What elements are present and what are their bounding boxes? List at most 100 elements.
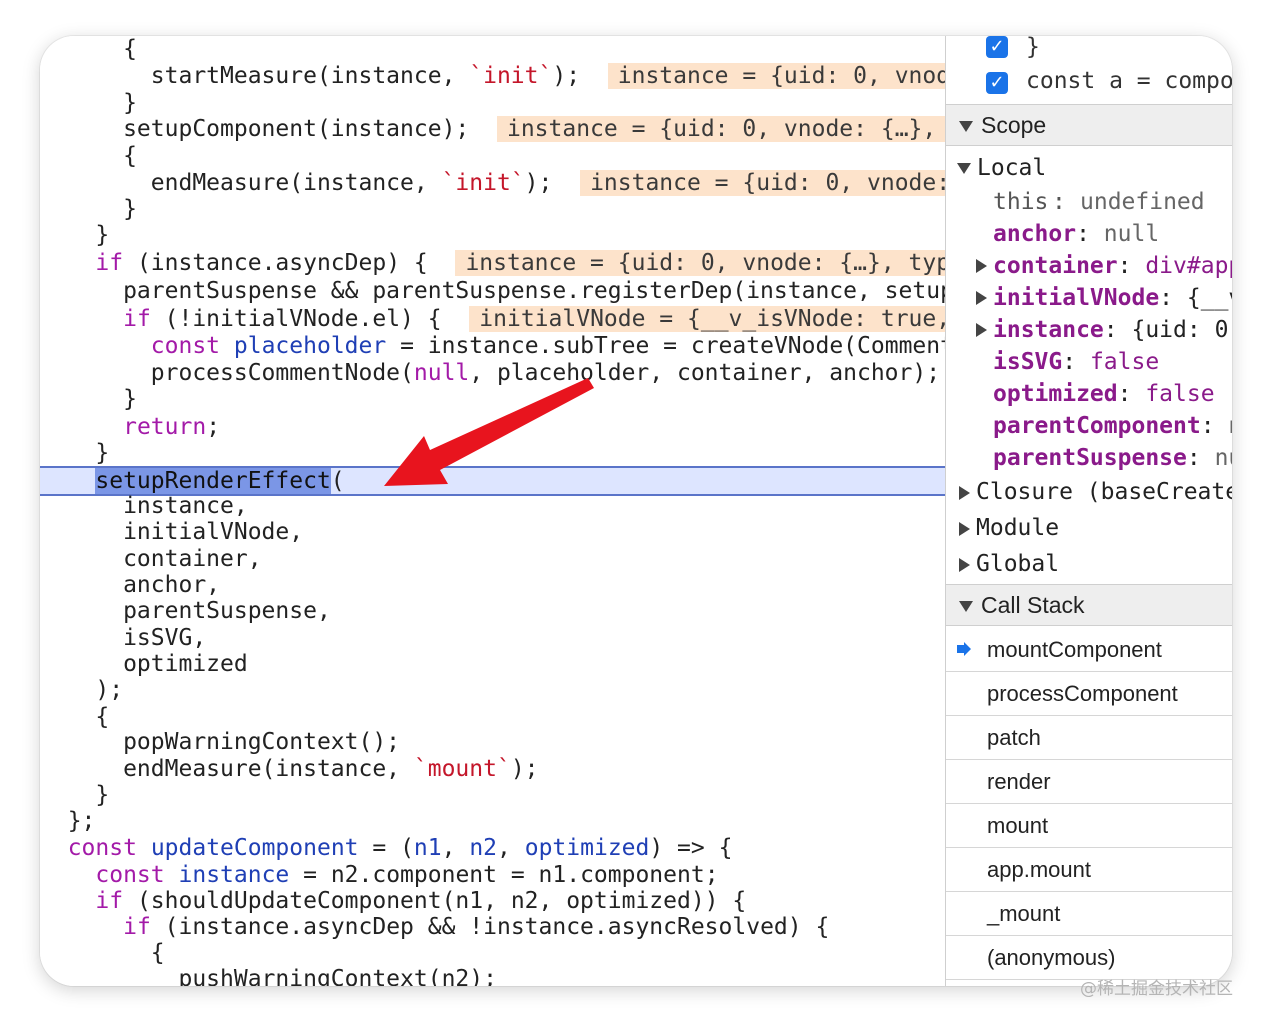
scope-variable-key: parentSuspense xyxy=(993,445,1187,471)
call-frame[interactable]: app.mount xyxy=(946,848,1232,892)
this-value: undefined xyxy=(1080,189,1205,215)
code-token: if xyxy=(95,250,124,276)
scope-variable-instance[interactable]: instance: {uid: 0, vnode: {…}} xyxy=(946,314,1232,346)
code-line-current[interactable]: setupRenderEffect( xyxy=(40,466,945,496)
code-line[interactable]: }; xyxy=(40,808,945,834)
code-line[interactable]: const updateComponent = (n1, n2, optimiz… xyxy=(40,835,945,861)
scope-variable-initialVNode[interactable]: initialVNode: {__v_isVNode: true} xyxy=(946,282,1232,314)
code-line[interactable]: pushWarningContext(n2); xyxy=(40,966,945,986)
call-frame[interactable]: _mount xyxy=(946,892,1232,936)
code-line[interactable]: { xyxy=(40,704,945,730)
code-line[interactable]: { xyxy=(40,940,945,966)
checkbox-icon[interactable]: ✓ xyxy=(986,72,1008,94)
code-line[interactable]: } xyxy=(40,90,945,116)
code-token: (instance.asyncDep && !instance.asyncRes… xyxy=(150,914,830,940)
code-line[interactable]: parentSuspense, xyxy=(40,598,945,624)
code-token: ); xyxy=(524,170,581,196)
code-line[interactable]: const instance = n2.component = n1.compo… xyxy=(40,862,945,888)
call-frame[interactable]: render xyxy=(946,760,1232,804)
source-code-pane[interactable]: { startMeasure(instance, `init`); instan… xyxy=(40,36,945,986)
code-line[interactable]: } xyxy=(40,386,945,412)
code-line[interactable]: processCommentNode(null, placeholder, co… xyxy=(40,360,945,386)
code-line[interactable]: } xyxy=(40,782,945,808)
scope-variable-isSVG[interactable]: isSVG: false xyxy=(946,346,1232,378)
scope-variable-container[interactable]: container: div#app xyxy=(946,250,1232,282)
code-line[interactable]: return; xyxy=(40,414,945,440)
current-frame-arrow-icon xyxy=(957,642,971,656)
code-token: { xyxy=(40,143,137,169)
code-line[interactable]: isSVG, xyxy=(40,625,945,651)
code-line[interactable]: initialVNode, xyxy=(40,519,945,545)
code-line[interactable]: if (instance.asyncDep) { instance = {uid… xyxy=(40,250,945,276)
code-token: n2 xyxy=(469,835,498,861)
code-token: } xyxy=(40,782,110,808)
code-line[interactable]: optimized xyxy=(40,651,945,677)
local-label: Local xyxy=(977,155,1047,181)
code-line[interactable]: parentSuspense && parentSuspense.registe… xyxy=(40,278,945,304)
code-line[interactable]: { xyxy=(40,36,945,62)
scope-variable-value: null xyxy=(1103,221,1160,247)
code-line[interactable]: } xyxy=(40,440,945,466)
code-token: isSVG, xyxy=(40,625,207,651)
code-line[interactable]: startMeasure(instance, `init`); instance… xyxy=(40,63,945,89)
closure-label: Closure (baseCreateRenderer) xyxy=(976,479,1232,505)
call-frame-name: app.mount xyxy=(987,857,1091,882)
code-token: = n2.component = n1.component; xyxy=(289,862,719,888)
code-line[interactable]: instance, xyxy=(40,493,945,519)
code-token: = instance.subTree = createVNode(Comment… xyxy=(386,333,945,359)
code-line[interactable]: ); xyxy=(40,677,945,703)
code-line[interactable]: container, xyxy=(40,546,945,572)
code-line[interactable]: if (shouldUpdateComponent(n1, n2, optimi… xyxy=(40,888,945,914)
scope-module[interactable]: Module xyxy=(946,512,1232,544)
call-frame[interactable]: mount xyxy=(946,804,1232,848)
code-token: } xyxy=(40,440,110,466)
scope-closure[interactable]: Closure (baseCreateRenderer) xyxy=(946,476,1232,508)
code-token: } xyxy=(40,222,110,248)
scope-variable-parentSuspense[interactable]: parentSuspense: null xyxy=(946,442,1232,474)
scope-variable-key: container xyxy=(993,253,1118,279)
watch-expression[interactable]: ✓ } xyxy=(946,36,1232,66)
code-line[interactable]: endMeasure(instance, `init`); instance =… xyxy=(40,170,945,196)
code-line[interactable]: setupComponent(instance); instance = {ui… xyxy=(40,116,945,142)
code-line[interactable]: const placeholder = instance.subTree = c… xyxy=(40,333,945,359)
checkbox-icon[interactable]: ✓ xyxy=(986,36,1008,58)
code-line[interactable]: popWarningContext(); xyxy=(40,729,945,755)
code-token: popWarningContext(); xyxy=(40,729,401,755)
code-line[interactable]: endMeasure(instance, `mount`); xyxy=(40,756,945,782)
code-token: if xyxy=(123,306,151,332)
code-line[interactable]: { xyxy=(40,143,945,169)
call-stack-section-header[interactable]: Call Stack xyxy=(946,584,1232,626)
scope-variable-value: {uid: 0, vnode: {…}} xyxy=(1131,317,1232,343)
scope-variable-anchor[interactable]: anchor: null xyxy=(946,218,1232,250)
scope-section-header[interactable]: Scope xyxy=(946,104,1232,146)
code-line[interactable]: if (instance.asyncDep && !instance.async… xyxy=(40,914,945,940)
call-frame[interactable]: processComponent xyxy=(946,672,1232,716)
code-line[interactable]: } xyxy=(40,222,945,248)
code-line[interactable]: if (!initialVNode.el) { initialVNode = {… xyxy=(40,306,945,332)
scope-global[interactable]: Global xyxy=(946,548,1232,580)
code-token: } xyxy=(40,386,137,412)
code-token: const xyxy=(150,333,221,359)
scope-variable-value: false xyxy=(1145,381,1215,407)
scope-local-group[interactable]: Local xyxy=(946,152,1232,184)
scope-variable-key: parentComponent xyxy=(993,413,1201,439)
code-token: placeholder xyxy=(233,333,387,359)
code-line[interactable]: anchor, xyxy=(40,572,945,598)
watch-expression[interactable]: ✓ const a = componentInstance xyxy=(946,66,1232,100)
inline-value-annotation: instance = {uid: 0, vnode: {…}, type: {…… xyxy=(580,170,945,196)
call-frame-name: _mount xyxy=(987,901,1061,926)
code-token: ); xyxy=(552,63,608,89)
call-frame[interactable]: patch xyxy=(946,716,1232,760)
call-frame-current[interactable]: mountComponent xyxy=(946,628,1232,672)
code-line[interactable]: } xyxy=(40,196,945,222)
scope-variable-optimized[interactable]: optimized: false xyxy=(946,378,1232,410)
code-token: pushWarningContext(n2); xyxy=(40,966,497,986)
scope-variable-parentComponent[interactable]: parentComponent: null xyxy=(946,410,1232,442)
call-frame-name: (anonymous) xyxy=(987,945,1116,970)
code-token: setupComponent(instance); xyxy=(40,116,497,142)
